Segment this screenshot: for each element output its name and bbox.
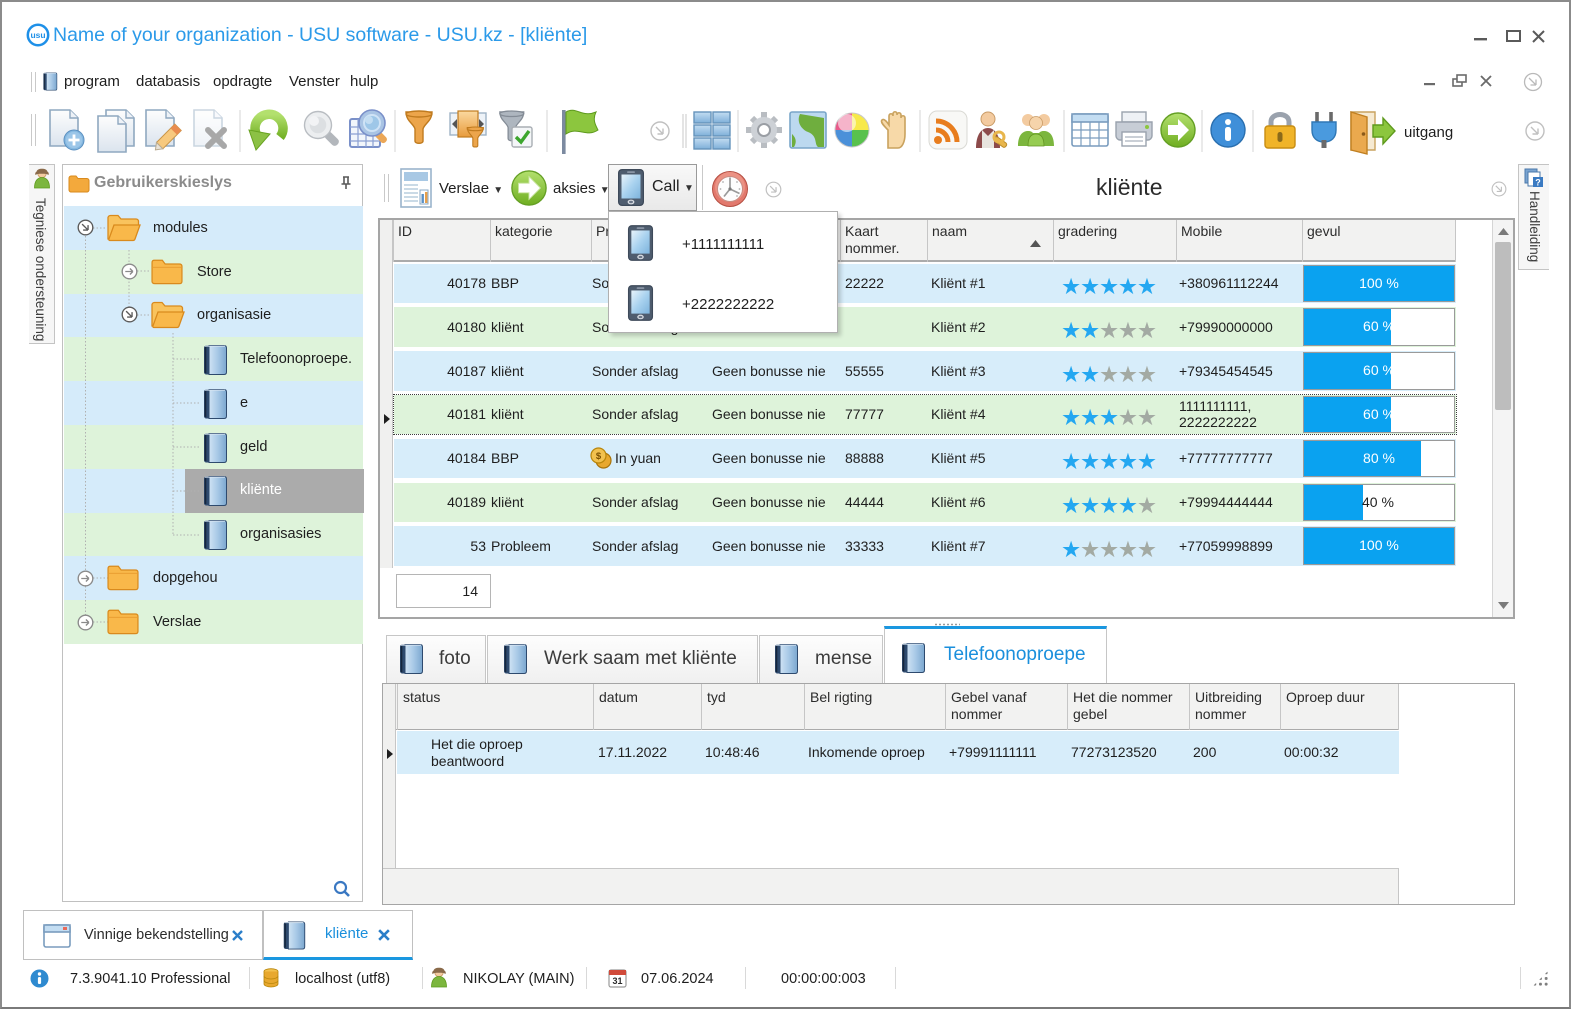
svg-text:$: $ — [596, 451, 602, 462]
svg-text:?: ? — [1535, 178, 1541, 188]
svg-text:uitgang: uitgang — [1404, 124, 1453, 141]
svg-text:usu: usu — [30, 30, 45, 40]
svg-text:31: 31 — [612, 976, 622, 986]
